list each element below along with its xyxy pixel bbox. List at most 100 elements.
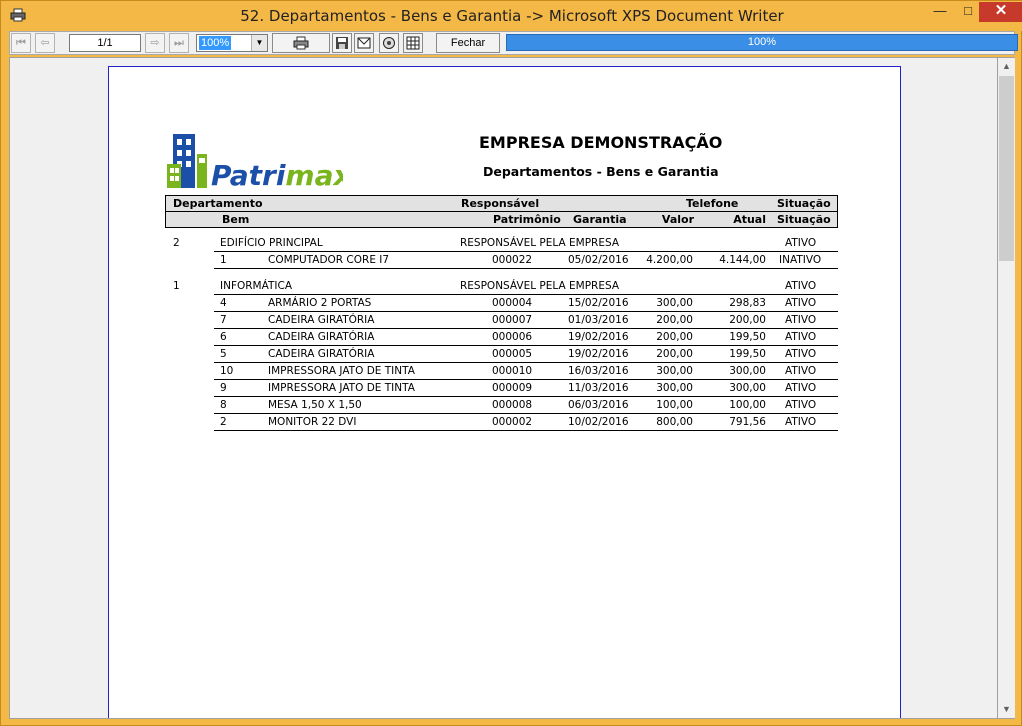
item-valor: 200,00 [656, 331, 693, 343]
item-patrimonio: 000002 [492, 416, 533, 428]
department-responsavel: RESPONSÁVEL PELA EMPRESA [460, 280, 619, 292]
item-name: MONITOR 22 DVI [268, 416, 357, 428]
item-garantia: 16/03/2016 [568, 365, 629, 377]
item-patrimonio: 000009 [492, 382, 533, 394]
item-valor: 800,00 [656, 416, 693, 428]
item-garantia: 19/02/2016 [568, 331, 629, 343]
page-setup-icon [406, 36, 420, 50]
item-code: 9 [220, 382, 227, 394]
item-patrimonio: 000022 [492, 254, 533, 266]
report-title: Departamentos - Bens e Garantia [483, 164, 719, 179]
item-garantia: 10/02/2016 [568, 416, 629, 428]
department-name: INFORMÁTICA [220, 280, 293, 292]
export-button[interactable] [379, 33, 399, 53]
item-code: 6 [220, 331, 227, 343]
header-valor: Valor [661, 213, 694, 226]
item-name: CADEIRA GIRATÓRIA [268, 314, 375, 326]
prev-page-button[interactable]: ⇦ [35, 33, 55, 53]
page-setup-button[interactable] [403, 33, 423, 53]
vertical-scrollbar[interactable]: ▲ ▼ [998, 57, 1015, 719]
item-valor: 300,00 [656, 365, 693, 377]
first-page-button[interactable]: ⏮ [11, 33, 31, 53]
maximize-button[interactable]: □ [954, 2, 982, 22]
next-page-icon: ⇨ [150, 37, 160, 49]
header-divider [166, 211, 837, 212]
department-situacao: ATIVO [785, 237, 817, 249]
item-atual: 791,56 [729, 416, 766, 428]
zoom-value: 100% [199, 36, 232, 50]
printer-icon [293, 36, 309, 50]
item-name: COMPUTADOR CORE I7 [268, 254, 390, 266]
item-atual: 199,50 [729, 348, 766, 360]
item-patrimonio: 000007 [492, 314, 533, 326]
header-telefone: Telefone [686, 197, 739, 210]
item-atual: 4.144,00 [719, 254, 766, 266]
header-bem: Bem [222, 213, 250, 226]
report-viewport[interactable]: Patrimax EMPRESA DEMONSTRAÇÃO Departamen… [9, 57, 998, 719]
item-patrimonio: 000005 [492, 348, 533, 360]
item-situacao: ATIVO [785, 297, 817, 309]
item-name: IMPRESSORA JATO DE TINTA [268, 365, 415, 377]
close-button[interactable]: ✕ [979, 2, 1022, 22]
row-divider [214, 311, 838, 312]
last-page-button[interactable]: ⏭ [169, 33, 189, 53]
item-code: 8 [220, 399, 227, 411]
department-code: 2 [173, 237, 180, 249]
print-button[interactable] [272, 33, 330, 53]
zoom-select[interactable]: 100% ▼ [196, 34, 268, 52]
row-divider [214, 362, 838, 363]
row-divider [214, 430, 838, 431]
item-code: 1 [220, 254, 227, 266]
save-icon [336, 37, 348, 49]
item-situacao: ATIVO [785, 314, 817, 326]
item-atual: 300,00 [729, 365, 766, 377]
patrimax-logo: Patrimax [167, 134, 343, 190]
item-situacao: ATIVO [785, 348, 817, 360]
scroll-thumb[interactable] [999, 76, 1014, 261]
item-valor: 300,00 [656, 297, 693, 309]
prev-page-icon: ⇦ [40, 37, 50, 49]
title-bar[interactable]: 52. Departamentos - Bens e Garantia -> M… [1, 1, 1022, 31]
item-atual: 300,00 [729, 382, 766, 394]
row-divider [214, 379, 838, 380]
save-button[interactable] [332, 33, 352, 53]
row-divider [214, 345, 838, 346]
row-divider [214, 328, 838, 329]
department-name: EDIFÍCIO PRINCIPAL [220, 237, 323, 249]
item-name: CADEIRA GIRATÓRIA [268, 348, 375, 360]
header-responsavel: Responsável [461, 197, 540, 210]
item-garantia: 01/03/2016 [568, 314, 629, 326]
department-responsavel: RESPONSÁVEL PELA EMPRESA [460, 237, 619, 249]
minimize-button[interactable]: — [926, 2, 954, 22]
header-departamento: Departamento [173, 197, 263, 210]
header-garantia: Garantia [573, 213, 627, 226]
header-situacao-2: Situação [777, 213, 831, 226]
item-situacao: ATIVO [785, 399, 817, 411]
item-garantia: 19/02/2016 [568, 348, 629, 360]
item-valor: 100,00 [656, 399, 693, 411]
preview-toolbar: ⏮ ⇦ 1/1 ⇨ ⏭ 100% ▼ Fechar 100% [9, 31, 1018, 55]
email-button[interactable] [354, 33, 374, 53]
scroll-up-icon[interactable]: ▲ [998, 58, 1015, 75]
item-valor: 200,00 [656, 348, 693, 360]
chevron-down-icon[interactable]: ▼ [251, 35, 267, 51]
item-code: 10 [220, 365, 234, 377]
svg-text:Patrimax: Patrimax [211, 159, 343, 190]
item-patrimonio: 000008 [492, 399, 533, 411]
report-page: Patrimax EMPRESA DEMONSTRAÇÃO Departamen… [108, 66, 901, 718]
department-situacao: ATIVO [785, 280, 817, 292]
first-page-icon: ⏮ [16, 37, 26, 49]
item-valor: 4.200,00 [646, 254, 693, 266]
page-number-field[interactable]: 1/1 [69, 34, 141, 52]
row-divider [214, 268, 838, 269]
row-divider [214, 396, 838, 397]
email-icon [357, 37, 371, 49]
item-situacao: ATIVO [785, 416, 817, 428]
next-page-button[interactable]: ⇨ [145, 33, 165, 53]
item-atual: 100,00 [729, 399, 766, 411]
header-situacao: Situação [777, 197, 831, 210]
item-name: IMPRESSORA JATO DE TINTA [268, 382, 415, 394]
scroll-down-icon[interactable]: ▼ [998, 701, 1015, 718]
fechar-button[interactable]: Fechar [436, 33, 500, 53]
export-icon [383, 37, 395, 49]
